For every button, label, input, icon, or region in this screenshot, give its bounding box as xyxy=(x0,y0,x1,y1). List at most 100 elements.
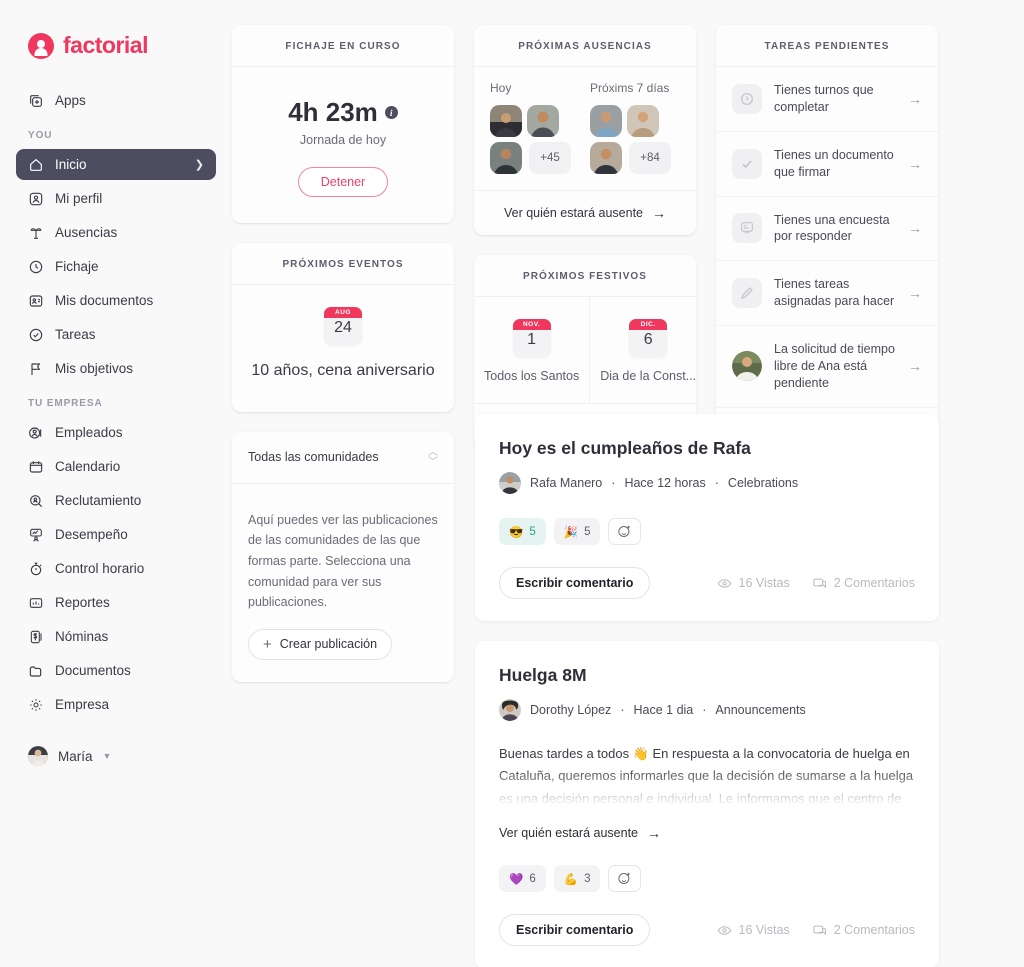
reaction-chip[interactable]: 💜 6 xyxy=(499,865,546,892)
sidebar-item-label: Documentos xyxy=(55,663,131,678)
post-meta: Rafa Manero · Hace 12 horas · Celebratio… xyxy=(499,472,915,494)
sidebar-item-documentos[interactable]: Documentos xyxy=(16,655,216,686)
reaction-count: 3 xyxy=(584,872,591,885)
absences-footer-link[interactable]: Ver quién estará ausente → xyxy=(474,190,696,235)
info-icon[interactable]: i xyxy=(384,106,398,119)
avatar[interactable] xyxy=(490,142,522,174)
reaction-emoji: 💜 xyxy=(509,873,524,886)
meta-separator: · xyxy=(702,703,707,717)
task-row[interactable]: La solicitud de tiempo libre de Ana está… xyxy=(716,326,938,408)
post-time: Hace 12 horas xyxy=(624,476,706,490)
sidebar-item-reportes[interactable]: Reportes xyxy=(16,587,216,618)
create-post-button[interactable]: + Crear publicación xyxy=(248,628,393,660)
sidebar-item-desempeno[interactable]: Desempeño xyxy=(16,519,216,550)
views-stat: 16 Vistas xyxy=(717,576,790,591)
sidebar-item-ausencias[interactable]: Ausencias xyxy=(16,217,216,248)
sidebar-item-label: Calendario xyxy=(55,459,121,474)
arrow-right-icon: → xyxy=(647,825,661,841)
comments-count: 2 Comentarios xyxy=(833,923,915,937)
holiday-item[interactable]: NOV. 1 Todos los Santos xyxy=(474,297,589,403)
meta-separator: · xyxy=(611,476,616,490)
dashboard-column-right: TAREAS PENDIENTES Tienes turnos que comp… xyxy=(716,25,938,434)
reaction-chip[interactable]: 💪 3 xyxy=(553,865,601,892)
communities-body: Aquí puedes ver las publicaciones de las… xyxy=(232,484,454,682)
sidebar-item-mi-perfil[interactable]: Mi perfil xyxy=(16,183,216,214)
sidebar-item-nominas[interactable]: Nóminas xyxy=(16,621,216,652)
sidebar-item-label: Mis documentos xyxy=(55,293,154,308)
avatar[interactable] xyxy=(590,105,622,137)
stop-clock-button[interactable]: Detener xyxy=(297,167,389,197)
sidebar-item-inicio[interactable]: Inicio ❯ xyxy=(16,149,216,180)
post-actions: Escribir comentario 16 Vistas 2 Comentar… xyxy=(499,914,915,946)
meta-separator: · xyxy=(714,476,719,490)
chevron-down-icon: ﹀ xyxy=(428,456,438,468)
money-bill-icon xyxy=(30,630,42,643)
sidebar-item-empresa[interactable]: Empresa xyxy=(16,689,216,720)
stopwatch-icon xyxy=(30,562,42,575)
absences-today-label: Hoy xyxy=(490,81,512,95)
communities-card: Todas las comunidades ︿ ﹀ Aquí puedes ve… xyxy=(232,431,454,682)
brand-logo[interactable]: factorial xyxy=(16,28,216,59)
absences-avatar-group: +84 xyxy=(590,105,679,174)
add-emoji-icon[interactable] xyxy=(608,518,642,545)
readmore-label: Ver quién estará ausente xyxy=(499,826,638,840)
calendar-badge-day: 1 xyxy=(527,331,537,348)
arrow-right-icon: → xyxy=(908,90,922,107)
arrow-right-icon: → xyxy=(908,285,922,302)
sidebar-item-label: Mi perfil xyxy=(55,191,103,206)
arrow-right-icon: → xyxy=(908,155,922,172)
post-time: Hace 1 dia xyxy=(633,703,694,717)
main-content: FICHAJE EN CURSO 4h 23m i Jornada de hoy… xyxy=(232,0,1024,967)
sidebar-item-fichaje[interactable]: Fichaje xyxy=(16,251,216,282)
sidebar-item-apps[interactable]: Apps xyxy=(16,85,216,116)
clock-icon xyxy=(732,83,762,114)
sidebar-group-company: TU EMPRESA xyxy=(28,398,103,409)
avatar[interactable] xyxy=(590,142,622,174)
app-root: factorial Apps YOU Inicio ❯ Mi perfil Au… xyxy=(0,0,1024,967)
sidebar-user-name: María xyxy=(58,748,93,764)
post-card: Hoy es el cumpleaños de Rafa Rafa Manero… xyxy=(475,414,939,621)
reaction-chip[interactable]: 😎 5 xyxy=(499,518,546,545)
sidebar-item-control-horario[interactable]: Control horario xyxy=(16,553,216,584)
reaction-chip[interactable]: 🎉 5 xyxy=(553,518,601,545)
task-row[interactable]: Tienes tareas asignadas para hacer → xyxy=(716,261,938,326)
sidebar-user-menu[interactable]: María ▼ xyxy=(16,746,216,766)
calendar-badge: DIC. 6 xyxy=(629,319,668,357)
sidebar-item-empleados[interactable]: Empleados xyxy=(16,417,216,448)
post-readmore-link[interactable]: Ver quién estará ausente → xyxy=(499,825,915,841)
sidebar-item-mis-documentos[interactable]: Mis documentos xyxy=(16,285,216,316)
survey-icon xyxy=(732,213,762,244)
eye-icon xyxy=(717,578,731,588)
holiday-item[interactable]: DIC. 6 Dia de la Const... xyxy=(589,297,696,403)
task-row[interactable]: Tienes turnos que completar → xyxy=(716,67,938,132)
selector-updown-icon[interactable]: ︿ ﹀ xyxy=(428,447,438,468)
post-stats: 16 Vistas 2 Comentarios xyxy=(717,576,915,591)
task-row[interactable]: Tienes una encuesta por responder → xyxy=(716,197,938,262)
community-selector[interactable]: Todas las comunidades ︿ ﹀ xyxy=(232,432,454,484)
absences-footer-label: Ver quién estará ausente xyxy=(504,206,643,220)
write-comment-button[interactable]: Escribir comentario xyxy=(499,567,651,599)
views-count: 16 Vistas xyxy=(738,923,790,937)
avatar[interactable] xyxy=(490,105,522,137)
flag-icon xyxy=(31,362,41,375)
event-body: AUG 24 10 años, cena aniversario xyxy=(232,285,454,412)
write-comment-button[interactable]: Escribir comentario xyxy=(499,914,651,946)
sidebar-item-calendario[interactable]: Calendario xyxy=(16,451,216,482)
brand-name: factorial xyxy=(63,32,148,58)
absences-more-today[interactable]: +45 xyxy=(529,142,571,174)
post-channel: Announcements xyxy=(715,703,806,717)
absences-today: Hoy +45 xyxy=(490,81,580,174)
task-row[interactable]: Tienes un documento que firmar → xyxy=(716,132,938,197)
absences-avatar-group: +45 xyxy=(490,105,579,174)
sidebar-item-tareas[interactable]: Tareas xyxy=(16,319,216,350)
add-emoji-icon[interactable] xyxy=(608,865,642,892)
sidebar-item-label: Ausencias xyxy=(55,225,118,240)
check-icon xyxy=(732,148,762,179)
sidebar-item-mis-objetivos[interactable]: Mis objetivos xyxy=(16,353,216,384)
sidebar-item-reclutamiento[interactable]: Reclutamiento xyxy=(16,485,216,516)
sidebar-item-label: Apps xyxy=(55,93,86,108)
avatar[interactable] xyxy=(627,105,659,137)
avatar[interactable] xyxy=(527,105,559,137)
task-text: Tienes una encuesta por responder xyxy=(774,212,890,244)
absences-more-next7[interactable]: +84 xyxy=(629,142,671,174)
